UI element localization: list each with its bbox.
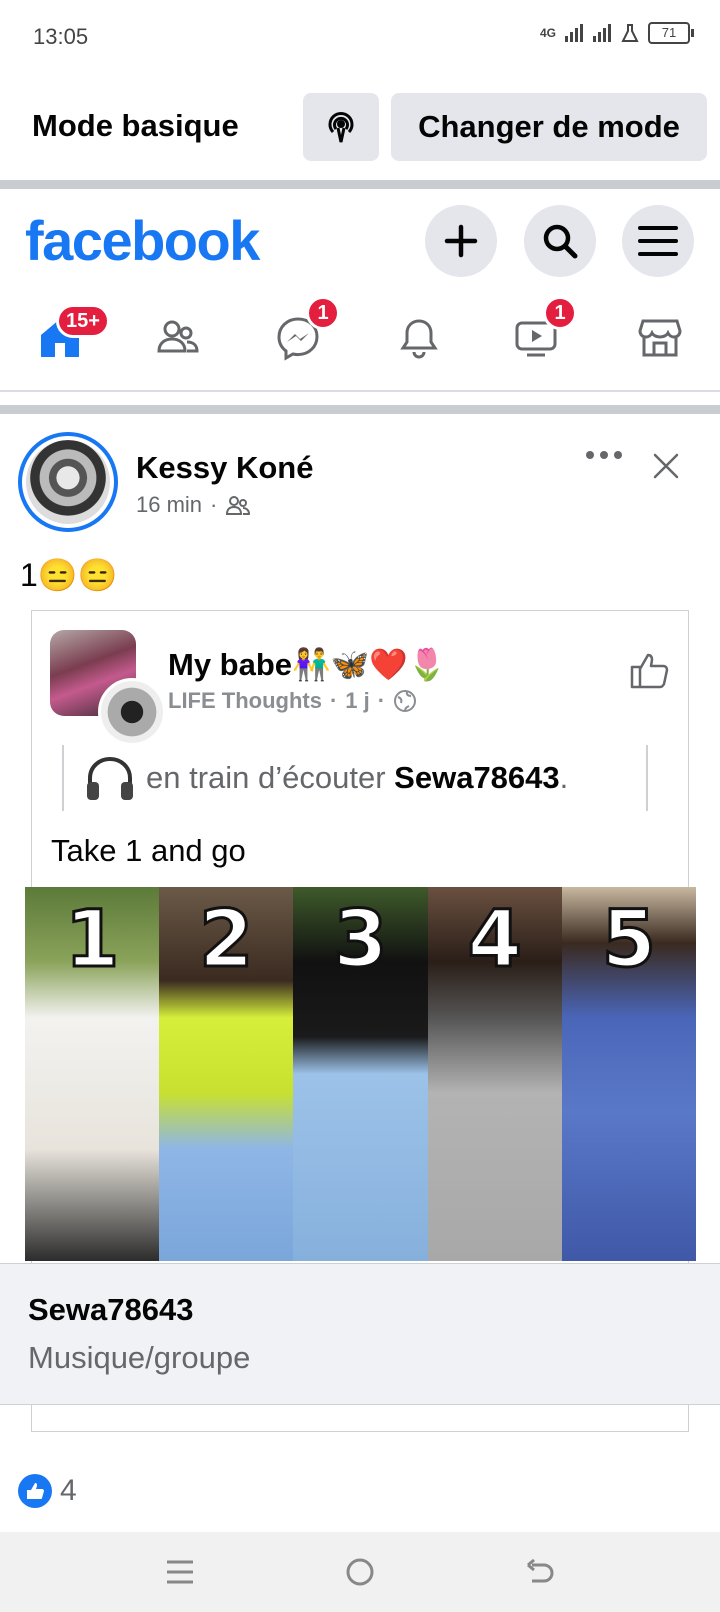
shared-text: Take 1 and go: [51, 833, 246, 868]
post-meta: 16 min ·: [136, 492, 251, 518]
menu-button[interactable]: [622, 205, 694, 277]
lab-icon: [621, 24, 639, 42]
headphones-icon: [87, 756, 133, 800]
dot-separator: ·: [329, 688, 338, 713]
music-subtitle: Musique/groupe: [28, 1340, 251, 1375]
system-nav-bar: [0, 1532, 720, 1612]
menu-lines-icon: [167, 1560, 193, 1584]
home-button[interactable]: [338, 1550, 382, 1594]
messenger-badge: 1: [306, 296, 340, 330]
ellipsis-icon: [586, 451, 622, 459]
listening-prefix: en train d’écouter: [146, 760, 386, 795]
separator: [0, 180, 720, 189]
plus-icon: [444, 224, 478, 258]
bell-icon: [400, 319, 438, 359]
friends-icon: [157, 320, 199, 353]
signal-icon-2: [593, 24, 611, 42]
photo-number-5: 5: [600, 894, 657, 987]
home-badge: 15+: [56, 304, 110, 338]
battery-indicator: 71: [648, 22, 694, 44]
status-bar: 13:05 4G 71: [0, 0, 720, 70]
listening-box: en train d’écouter Sewa78643.: [62, 745, 648, 811]
mode-bar: Mode basique Changer de mode: [0, 70, 720, 180]
photo-panel-3: 3: [293, 887, 428, 1261]
broadcast-icon: [328, 112, 354, 143]
photo-panel-2: 2: [159, 887, 294, 1261]
back-button[interactable]: [518, 1550, 562, 1594]
change-mode-button[interactable]: Changer de mode: [391, 93, 707, 161]
main-nav: 15+ 1 1: [0, 296, 720, 380]
avatar-image: [26, 440, 110, 524]
recent-apps-button[interactable]: [158, 1550, 202, 1594]
close-post-button[interactable]: [652, 452, 680, 485]
globe-icon: [394, 690, 417, 712]
facebook-logo[interactable]: facebook: [25, 208, 260, 273]
post-author[interactable]: Kessy Koné: [136, 450, 313, 486]
network-type: 4G: [539, 26, 556, 40]
photo-number-2: 2: [198, 894, 255, 987]
close-icon: [653, 453, 679, 479]
create-button[interactable]: [425, 205, 497, 277]
music-title: Sewa78643: [28, 1292, 194, 1327]
photo-number-1: 1: [63, 894, 120, 987]
like-reaction-icon: [18, 1474, 52, 1508]
shared-photo[interactable]: 1 2 3 4 5: [25, 887, 697, 1261]
listening-artist[interactable]: Sewa78643: [394, 760, 559, 795]
listening-suffix: .: [559, 760, 569, 795]
photo-number-4: 4: [466, 894, 523, 987]
photo-panel-1: 1: [25, 887, 160, 1261]
signal-icon: [565, 24, 583, 42]
photo-panel-5: 5: [561, 887, 697, 1261]
shared-group-avatar[interactable]: [98, 678, 166, 746]
shared-author-name[interactable]: My babe👫🦋❤️🌷: [168, 646, 446, 683]
status-time: 13:05: [33, 24, 89, 49]
circle-home-icon: [346, 1558, 374, 1586]
back-icon: [527, 1558, 554, 1583]
friends-audience-icon: [226, 496, 251, 515]
tab-marketplace[interactable]: [632, 310, 688, 366]
divider: [0, 390, 720, 392]
music-link-card[interactable]: Sewa78643 Musique/groupe: [0, 1263, 720, 1405]
broadcast-button[interactable]: [303, 93, 379, 161]
tab-friends[interactable]: [150, 310, 206, 366]
reactions-summary[interactable]: 4: [18, 1474, 77, 1508]
shared-meta: LIFE Thoughts · 1 j ·: [168, 688, 417, 714]
mode-title: Mode basique: [32, 108, 239, 143]
status-icons: 4G 71: [539, 22, 694, 44]
tab-notifications[interactable]: [391, 310, 447, 366]
shared-time[interactable]: 1 j: [345, 688, 369, 714]
likes-count: 4: [60, 1474, 77, 1507]
like-button[interactable]: [628, 650, 670, 695]
dot-separator: ·: [210, 492, 218, 517]
search-button[interactable]: [524, 205, 596, 277]
dot-separator: ·: [377, 688, 386, 713]
thumbs-up-icon: [630, 653, 669, 689]
photo-number-3: 3: [332, 894, 389, 987]
post-text: 1😑😑: [20, 557, 118, 593]
photo-panel-4: 4: [427, 887, 562, 1261]
shared-group-name[interactable]: LIFE Thoughts: [168, 688, 322, 714]
feed-separator: [0, 405, 720, 414]
listening-text: en train d’écouter Sewa78643.: [146, 760, 568, 796]
video-badge: 1: [543, 296, 577, 330]
search-icon: [543, 224, 578, 259]
author-avatar[interactable]: [18, 432, 118, 532]
marketplace-icon: [638, 319, 682, 357]
post-time[interactable]: 16 min: [136, 492, 202, 518]
hamburger-icon: [638, 226, 678, 256]
more-options-button[interactable]: [584, 448, 624, 466]
